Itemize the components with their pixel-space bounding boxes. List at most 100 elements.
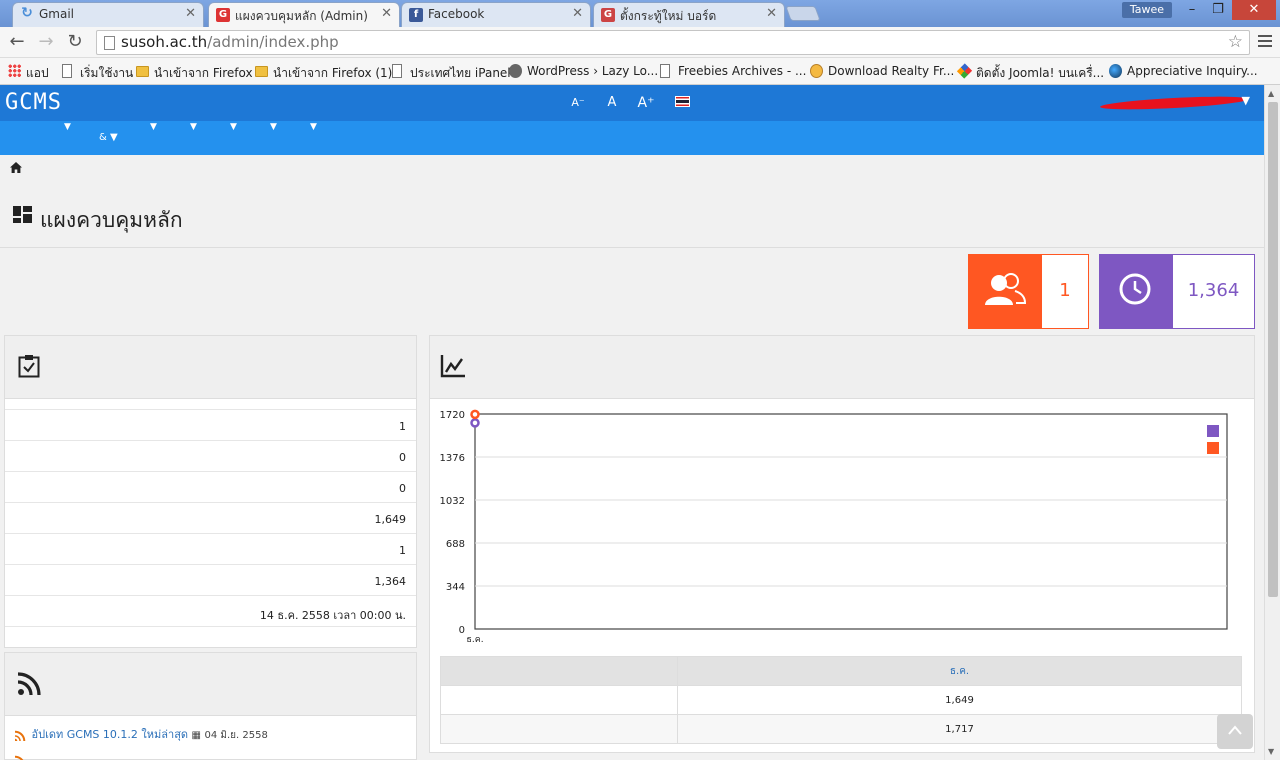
forward-icon[interactable]: → [35, 32, 57, 52]
feed-item-title[interactable]: อัปเดท GCMS 10.1.2 ใหม่ล่าสุด [32, 728, 189, 741]
table-row: 1,649 [440, 685, 1242, 715]
summary-row: 0 [5, 440, 416, 471]
font-reset-button[interactable]: A [601, 93, 623, 113]
bookmark-folder[interactable]: นำเข้าจาก Firefox (1) [253, 64, 392, 83]
wordpress-icon [509, 64, 522, 78]
menu-caret-icon[interactable]: ▼ [230, 122, 237, 132]
maximize-button[interactable]: ❐ [1204, 0, 1232, 20]
bookmark-label: นำเข้าจาก Firefox (1) [273, 66, 393, 80]
stat-visitors-value: 1,364 [1187, 280, 1240, 301]
summary-row: 1 [5, 409, 416, 440]
browser-tabstrip: ↻ Gmail ✕ G แผงควบคุมหลัก (Admin) ✕ f Fa… [0, 0, 1280, 27]
facebook-icon: f [409, 8, 423, 22]
menu-caret-icon[interactable]: ▼ [270, 122, 277, 132]
tab-label: Facebook [428, 7, 485, 21]
summary-row-date: 14 ธ.ค. 2558 เวลา 00:00 น. [5, 595, 416, 626]
joomla-icon [956, 63, 973, 79]
loading-icon: ↻ [21, 5, 33, 21]
menu-amp-label: & [99, 132, 107, 143]
close-window-button[interactable]: ✕ [1232, 0, 1276, 20]
page-icon [62, 64, 72, 78]
bookmark-item[interactable]: Appreciative Inquiry... [1107, 64, 1258, 78]
data-point [470, 409, 480, 420]
bookmark-star-icon[interactable]: ☆ [1228, 31, 1243, 54]
home-icon[interactable] [10, 162, 22, 173]
page-scrollbar[interactable]: ▲ ▼ [1264, 85, 1280, 760]
bookmark-label: ประเทศไทย iPanel [410, 66, 511, 80]
close-tab-icon[interactable]: ✕ [381, 6, 392, 21]
bookmark-apps[interactable]: แอป [6, 64, 49, 83]
minimize-button[interactable]: – [1178, 0, 1206, 20]
menu-caret-icon[interactable]: ▼ [150, 122, 157, 132]
profile-button[interactable]: Tawee [1122, 2, 1172, 18]
back-icon[interactable]: ← [6, 32, 28, 52]
tab-facebook[interactable]: f Facebook ✕ [401, 2, 591, 27]
bookmark-item[interactable]: เริ่มใช้งาน [60, 64, 133, 83]
summary-card: 1 0 0 1,649 1 1,364 14 ธ.ค. 2558 เวลา 00… [4, 335, 417, 648]
close-tab-icon[interactable]: ✕ [572, 6, 583, 21]
feed-item[interactable] [15, 753, 28, 760]
user-menu[interactable]: ▼ [1099, 94, 1250, 112]
table-row: 1,717 [440, 714, 1242, 744]
menu-caret-icon[interactable]: ▼ [190, 122, 197, 132]
stat-visitors[interactable]: 1,364 [1099, 254, 1255, 329]
tab-board[interactable]: G ตั้งกระทู้ใหม่ บอร์ด ✕ [593, 2, 785, 27]
close-tab-icon[interactable]: ✕ [766, 6, 777, 21]
rss-small-icon [15, 729, 26, 741]
browser-menu-icon[interactable] [1258, 35, 1272, 50]
bookmark-label: WordPress › Lazy Lo... [527, 64, 659, 78]
font-decrease-button[interactable]: A⁻ [567, 93, 589, 113]
feed-item[interactable]: อัปเดท GCMS 10.1.2 ใหม่ล่าสุด ▦ 04 มิ.ย.… [15, 725, 268, 743]
bookmark-label: เริ่มใช้งาน [80, 66, 134, 80]
address-bar[interactable]: susoh.ac.th/admin/index.php ☆ [96, 30, 1250, 55]
breadcrumb [10, 162, 22, 176]
calendar-icon: ▦ [191, 730, 201, 741]
tab-gmail[interactable]: ↻ Gmail ✕ [12, 2, 204, 27]
close-tab-icon[interactable]: ✕ [185, 6, 196, 21]
line-chart-icon [440, 355, 465, 378]
reload-icon[interactable]: ↻ [64, 32, 86, 52]
gcms-favicon-icon: G [601, 8, 615, 22]
table-cell: 1,717 [677, 714, 1242, 744]
menu-caret-icon[interactable]: ▼ [64, 122, 71, 132]
bookmark-item[interactable]: Freebies Archives - ... [658, 64, 806, 78]
bookmark-folder[interactable]: นำเข้าจาก Firefox [134, 64, 253, 83]
scroll-down-icon[interactable]: ▼ [1268, 747, 1274, 756]
bookmark-item[interactable]: ประเทศไทย iPanel [390, 64, 511, 83]
scrollbar-thumb[interactable] [1268, 102, 1278, 597]
bookmark-label: แอป [26, 66, 49, 80]
tab-admin[interactable]: G แผงควบคุมหลัก (Admin) ✕ [208, 2, 400, 27]
table-header-cell[interactable]: ธ.ค. [677, 656, 1242, 686]
bookmark-label: Freebies Archives - ... [678, 64, 807, 78]
chevron-down-icon: ▼ [1241, 94, 1250, 107]
clock-icon [1100, 255, 1173, 328]
bookmark-item[interactable]: ติดตั้ง Joomla! บนเครื่... [956, 63, 1104, 83]
font-increase-button[interactable]: A⁺ [635, 93, 657, 113]
menu-item-amp[interactable]: & ▼ [99, 132, 118, 143]
certificate-icon [810, 64, 823, 78]
chevron-up-icon [1228, 725, 1242, 735]
rss-icon [17, 672, 41, 696]
clipboard-check-icon [18, 355, 40, 378]
news-feed-card: อัปเดท GCMS 10.1.2 ใหม่ล่าสุด ▦ 04 มิ.ย.… [4, 652, 417, 760]
folder-icon [136, 66, 149, 77]
y-tick-label: 344 [446, 582, 465, 593]
scroll-up-icon[interactable]: ▲ [1268, 89, 1274, 98]
users-icon [969, 255, 1042, 328]
data-point [470, 418, 480, 428]
gcms-favicon-icon: G [216, 8, 230, 22]
bookmark-item[interactable]: WordPress › Lazy Lo... [507, 64, 658, 78]
y-tick-label: 1720 [440, 410, 465, 421]
stat-members[interactable]: 1 [968, 254, 1089, 329]
bookmark-item[interactable]: Download Realty Fr... [808, 64, 954, 78]
gcms-logo[interactable]: GCMS [5, 90, 62, 115]
scroll-to-top-button[interactable] [1217, 714, 1253, 749]
tab-label: แผงควบคุมหลัก (Admin) [235, 9, 368, 23]
bookmark-label: Appreciative Inquiry... [1127, 64, 1258, 78]
legend-swatch [1207, 425, 1219, 437]
apps-grid-icon [8, 64, 21, 78]
summary-row: 0 [5, 471, 416, 502]
new-tab-button[interactable] [785, 6, 821, 21]
menu-caret-icon[interactable]: ▼ [310, 122, 317, 132]
thai-flag-icon[interactable] [675, 96, 690, 107]
